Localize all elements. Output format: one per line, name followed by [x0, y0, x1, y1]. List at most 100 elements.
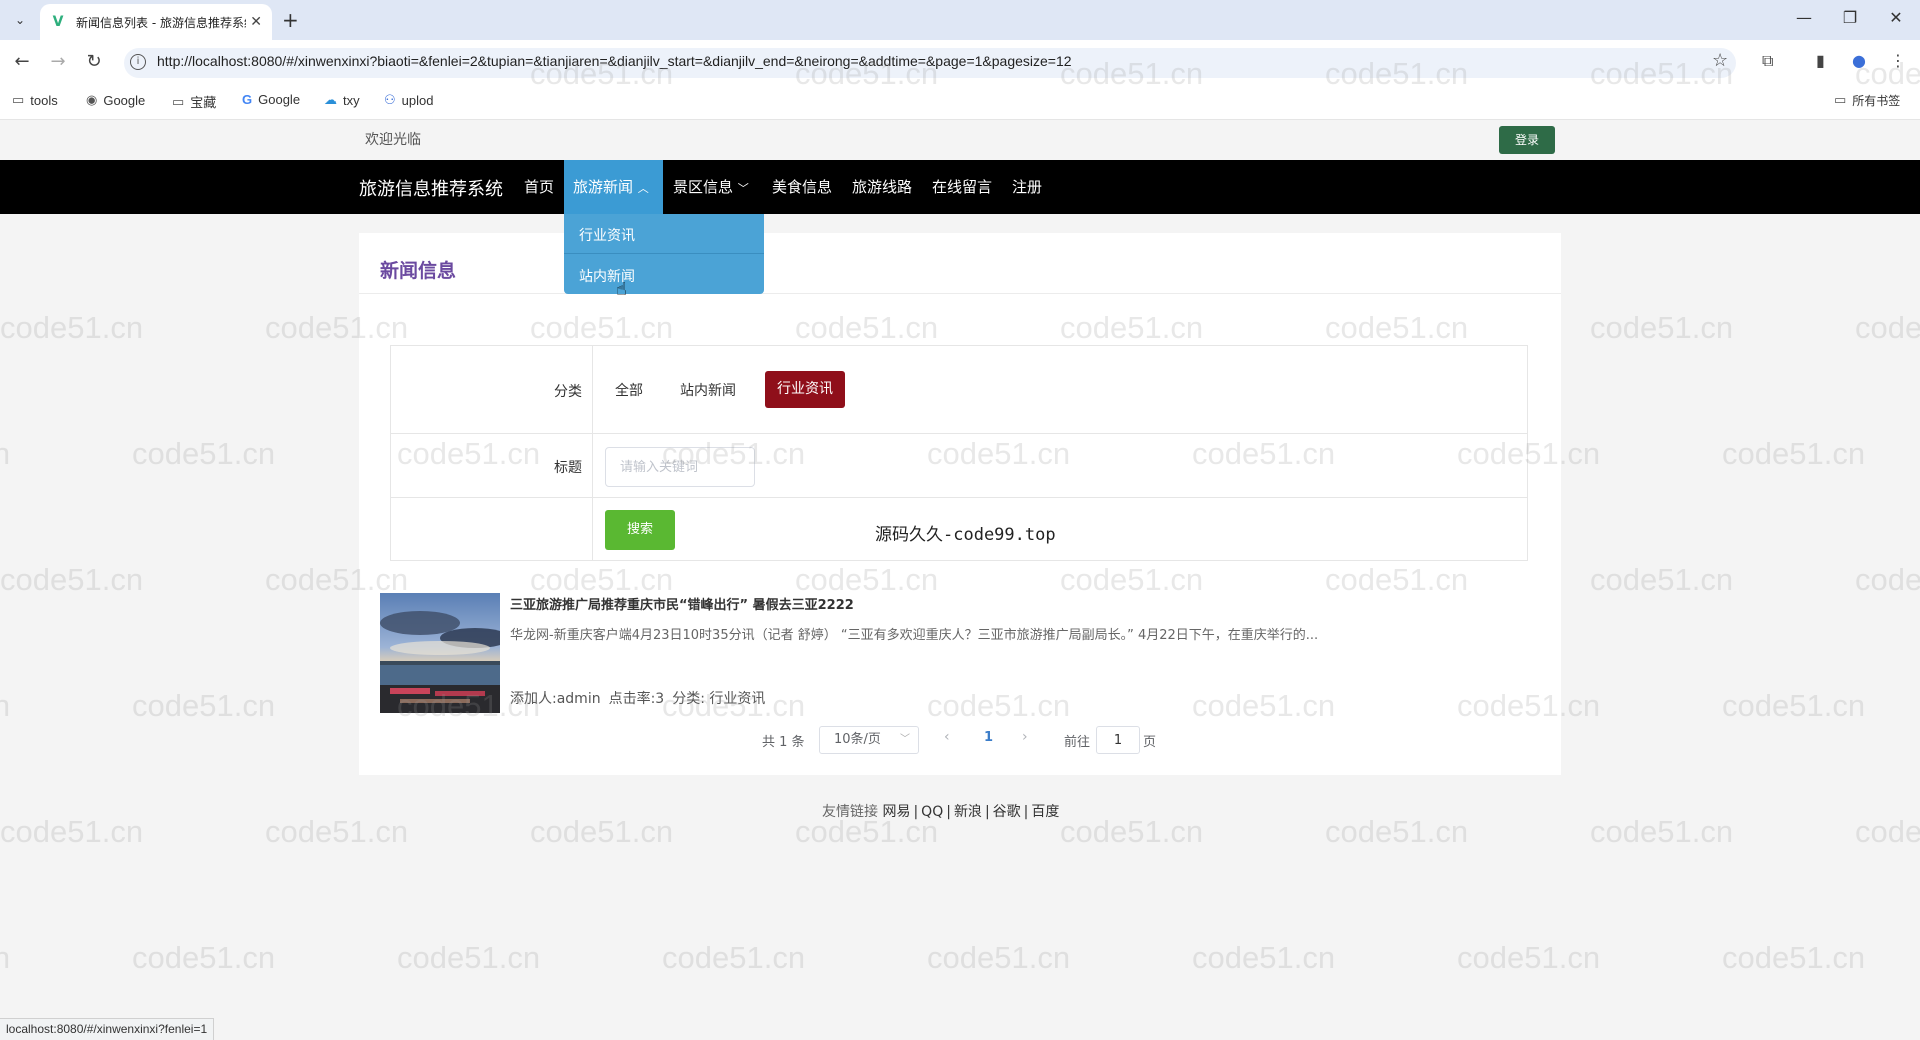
filter-col-divider — [592, 345, 593, 561]
watermark-text: code51.cn — [397, 940, 541, 975]
reload-icon[interactable]: ↻ — [82, 51, 106, 73]
category-site-news[interactable]: 站内新闻 — [680, 380, 736, 400]
watermark-text: code51.cn — [132, 688, 276, 723]
folder-icon: ▭ — [1834, 93, 1847, 108]
new-tab-plus-icon[interactable]: + — [282, 9, 299, 31]
nav-travel-news[interactable]: 旅游新闻 ︿ — [573, 176, 649, 197]
nav-register[interactable]: 注册 — [1012, 176, 1042, 197]
link-baidu[interactable]: 百度 — [1031, 804, 1059, 820]
chevron-down-icon: ﹀ — [737, 182, 749, 195]
news-title[interactable]: 三亚旅游推广局推荐重庆市民“错峰出行” 暑假去三亚2222 — [510, 594, 854, 613]
watermark-text: code51.cn — [1590, 562, 1734, 597]
login-button[interactable]: 登录 — [1499, 126, 1555, 154]
watermark-text: code51.cn — [1192, 940, 1336, 975]
extensions-puzzle-icon[interactable]: ⧉ — [1762, 51, 1773, 71]
search-button[interactable]: 搜索 — [605, 510, 675, 550]
chevron-down-icon: ﹀ — [900, 734, 910, 745]
nav-travel-news-label: 旅游新闻 — [573, 178, 634, 196]
tab-search-chevron-icon[interactable]: ⌄ — [8, 9, 32, 31]
watermark-text: code51.cn — [132, 940, 276, 975]
watermark-text: code51.cn — [662, 940, 806, 975]
forward-arrow-icon[interactable]: → — [46, 51, 70, 73]
goto-page-input[interactable] — [1096, 726, 1140, 754]
page-suffix: 页 — [1143, 735, 1157, 750]
current-page-number[interactable]: 1 — [984, 730, 993, 745]
prev-page-icon[interactable]: ‹ — [944, 729, 950, 745]
browser-tab[interactable]: V 新闻信息列表 - 旅游信息推荐系统 ✕ — [40, 4, 272, 40]
people-icon: ⚇ — [384, 92, 396, 107]
filter-row-divider — [390, 497, 1528, 498]
chevron-up-icon: ︿ — [637, 182, 649, 195]
watermark-text: code51.cn — [0, 814, 144, 849]
window-close-icon[interactable]: ✕ — [1884, 8, 1908, 27]
nav-routes[interactable]: 旅游线路 — [852, 176, 912, 197]
watermark-text: code51.cn — [927, 940, 1071, 975]
site-brand[interactable]: 旅游信息推荐系统 — [359, 175, 503, 201]
globe-icon: ◉ — [86, 92, 98, 107]
nav-scenic-info[interactable]: 景区信息 ﹀ — [673, 176, 749, 197]
bookmark-star-icon[interactable]: ☆ — [1712, 50, 1728, 71]
side-panel-icon[interactable]: ▮ — [1816, 51, 1825, 70]
news-meta: 添加人:admin 点击率:3 分类: 行业资讯 — [510, 688, 773, 708]
bookmark-tools[interactable]: ▭ tools — [12, 92, 58, 108]
link-sina[interactable]: 新浪 — [954, 804, 982, 820]
filter-row-divider — [390, 433, 1528, 434]
dropdown-industry-news[interactable]: 行业资讯 — [579, 225, 635, 245]
watermark-text: code51.cn — [0, 310, 144, 345]
dropdown-divider — [564, 253, 764, 254]
news-summary: 华龙网-新重庆客户端4月23日10时35分讯（记者 舒婷） “三亚有多欢迎重庆人… — [510, 628, 1319, 643]
news-clicks: 点击率:3 — [608, 691, 665, 707]
watermark-text: code51.cn — [1722, 436, 1866, 471]
folder-icon: ▭ — [12, 92, 25, 107]
watermark-text: code51.cn — [1060, 814, 1204, 849]
profile-avatar-icon[interactable]: ● — [1852, 51, 1866, 70]
next-page-icon[interactable]: › — [1022, 729, 1028, 745]
link-google[interactable]: 谷歌 — [993, 804, 1021, 820]
title-divider — [359, 293, 1561, 294]
friend-links-label: 友情链接 — [822, 804, 878, 820]
friend-links: 友情链接 网易 | QQ | 新浪 | 谷歌 | 百度 — [822, 801, 1059, 821]
page-size-value: 10条/页 — [834, 732, 881, 747]
tab-close-icon[interactable]: ✕ — [250, 14, 262, 30]
separator: | — [1023, 804, 1029, 820]
watermark-text: code51.cn — [1457, 940, 1601, 975]
source-watermark-text: 源码久久-code99.top — [875, 525, 1056, 545]
link-qq[interactable]: QQ — [921, 804, 943, 820]
bookmark-uplod[interactable]: ⚇ uplod — [384, 92, 433, 108]
cloud-icon: ☁ — [324, 92, 337, 107]
browser-menu-dots-icon[interactable]: ⋮ — [1890, 51, 1906, 70]
watermark-text: code51.cn — [0, 436, 11, 471]
title-search-input[interactable] — [605, 447, 755, 487]
restore-icon[interactable]: ❐ — [1838, 8, 1862, 27]
news-category: 分类: 行业资讯 — [672, 691, 766, 707]
hand-cursor-icon: ☝ — [616, 279, 627, 300]
minimize-icon[interactable]: — — [1792, 8, 1816, 27]
watermark-text: code51.cn — [1722, 940, 1866, 975]
site-info-icon[interactable]: i — [130, 54, 146, 70]
bookmark-txy[interactable]: ☁ txy — [324, 92, 360, 108]
link-netease[interactable]: 网易 — [882, 804, 910, 820]
bookmark-label: Google — [103, 92, 146, 108]
tab-title: 新闻信息列表 - 旅游信息推荐系统 — [76, 15, 246, 30]
category-all[interactable]: 全部 — [615, 380, 643, 400]
watermark-text: code51.cn — [0, 562, 144, 597]
page-size-select[interactable]: 10条/页 ﹀ — [819, 726, 919, 754]
bookmark-google[interactable]: ◉ Google — [86, 92, 145, 108]
nav-food-info[interactable]: 美食信息 — [772, 176, 832, 197]
bookmark-google-2[interactable]: G Google — [242, 92, 300, 107]
category-industry-news[interactable]: 行业资讯 — [765, 371, 845, 408]
nav-home[interactable]: 首页 — [524, 176, 554, 197]
watermark-text: code51.cn — [530, 814, 674, 849]
nav-message-board[interactable]: 在线留言 — [932, 176, 992, 197]
back-arrow-icon[interactable]: ← — [10, 51, 34, 73]
all-bookmarks[interactable]: ▭ 所有书签 — [1834, 92, 1900, 109]
bookmark-label: txy — [343, 92, 360, 108]
news-thumbnail[interactable] — [380, 593, 500, 713]
pagination-total: 共 1 条 — [762, 735, 805, 750]
title-label: 标题 — [554, 460, 582, 476]
watermark-text: code51.cn — [1855, 310, 1920, 345]
watermark-text: code51.cn — [132, 436, 276, 471]
url-text[interactable]: http://localhost:8080/#/xinwenxinxi?biao… — [157, 53, 1072, 69]
bookmark-baozang[interactable]: ▭ 宝藏 — [172, 92, 216, 111]
browser-tab-bar: ⌄ V 新闻信息列表 - 旅游信息推荐系统 ✕ + — ❐ ✕ — [0, 0, 1920, 40]
